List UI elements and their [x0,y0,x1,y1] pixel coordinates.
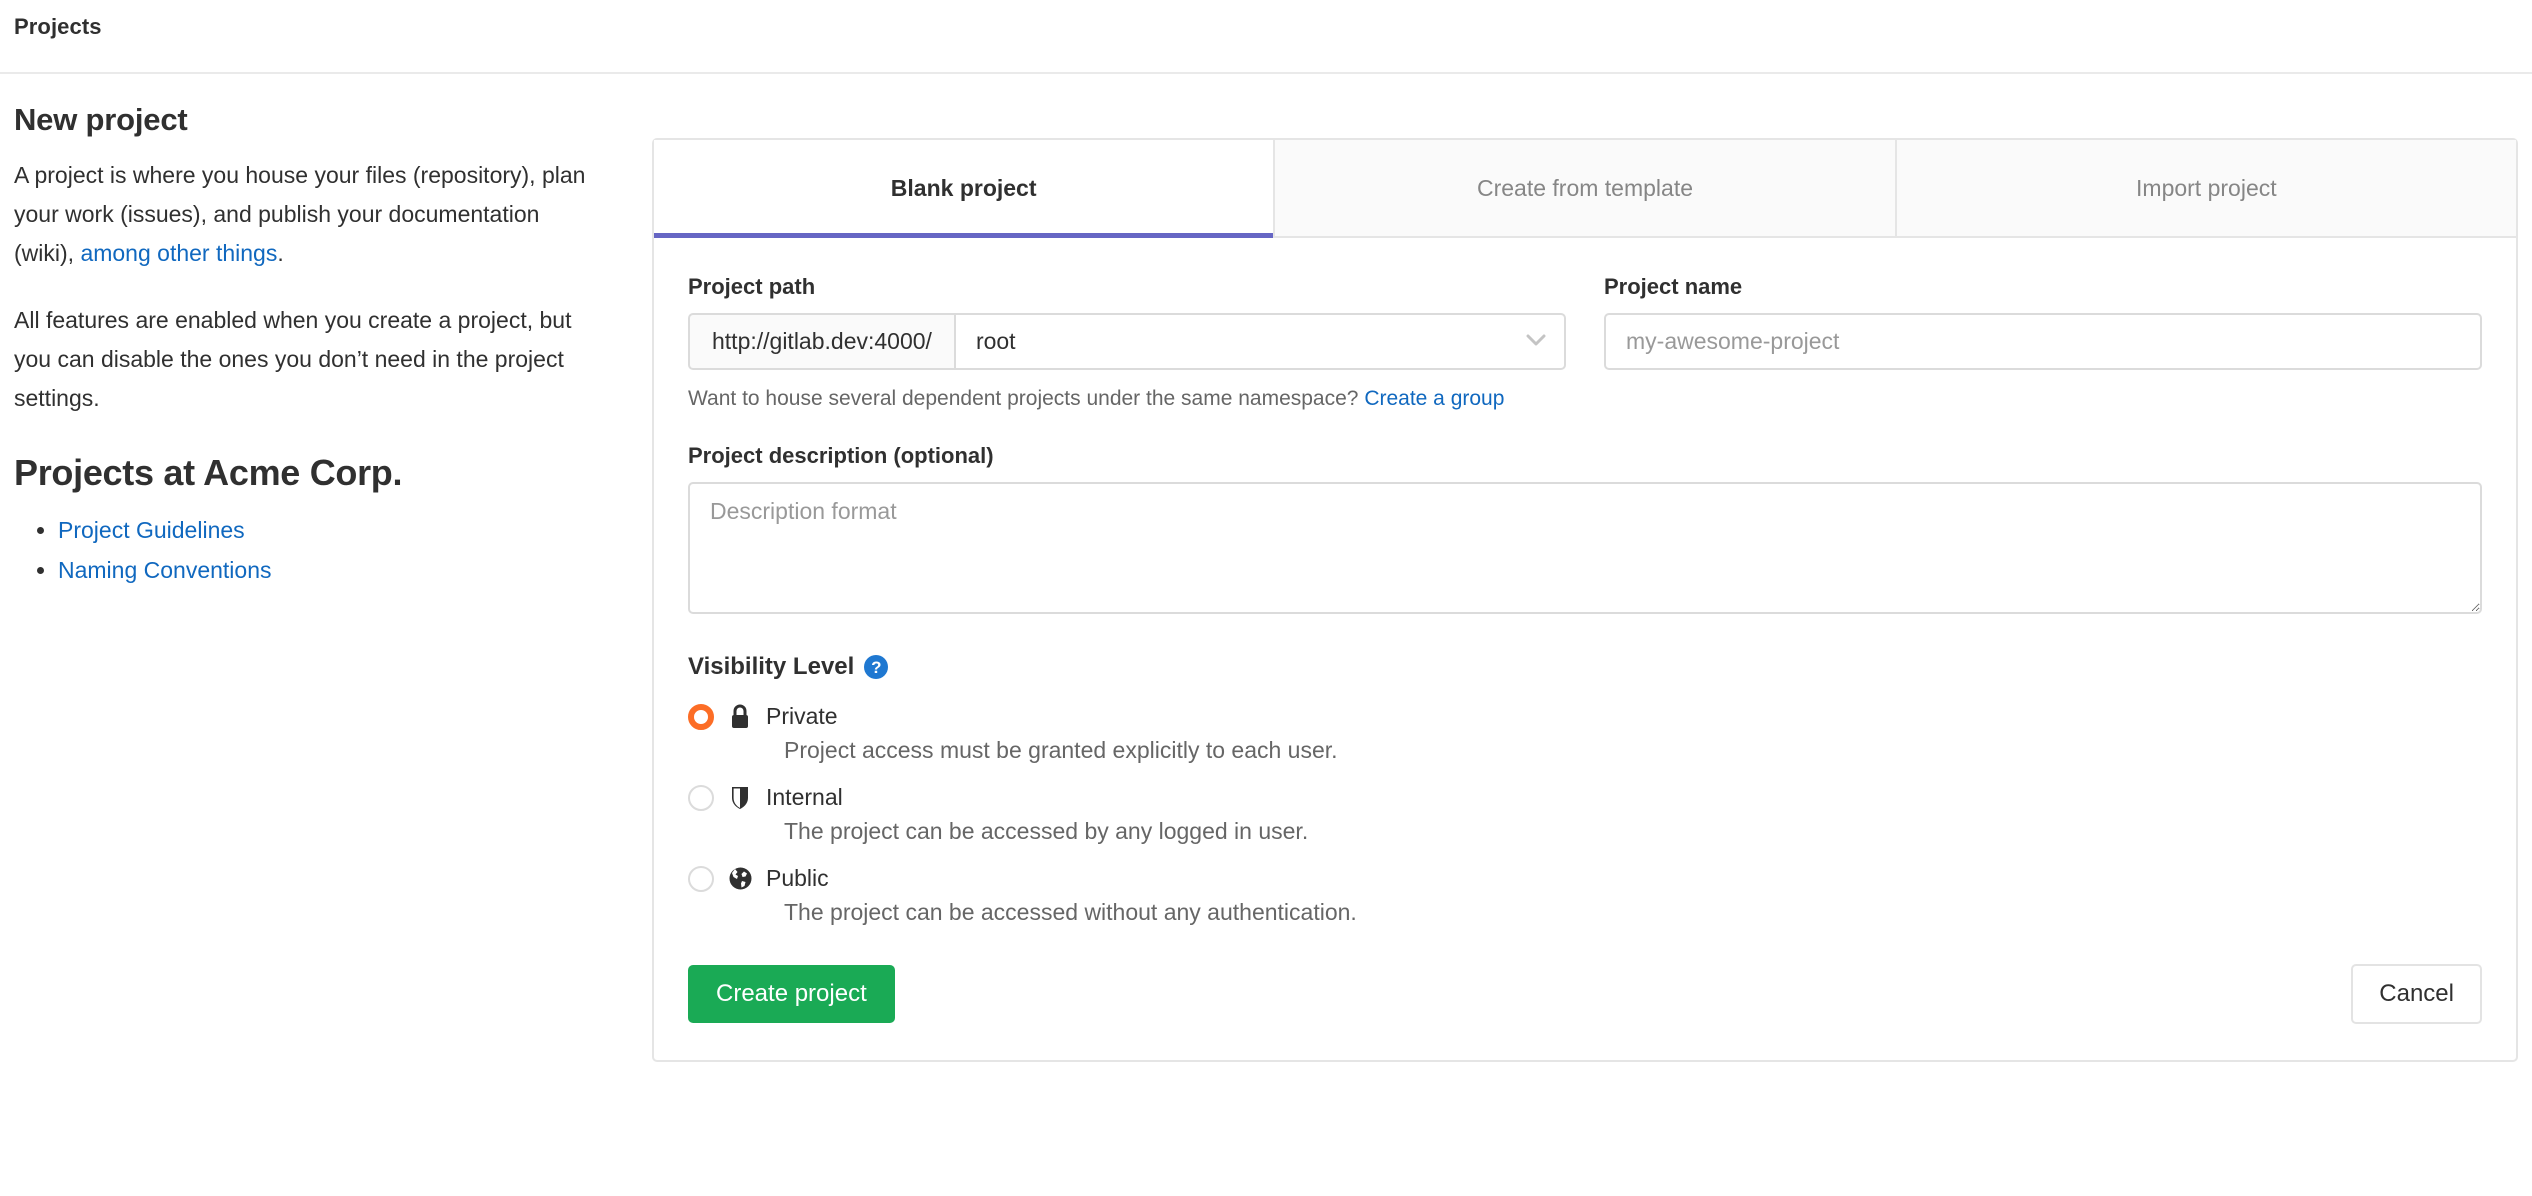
project-path-field-group: Project path http://gitlab.dev:4000/ roo… [688,274,1566,370]
radio-public[interactable] [688,865,714,892]
new-project-form: Project path http://gitlab.dev:4000/ roo… [654,238,2516,1060]
list-item: Project Guidelines [58,510,594,550]
visibility-option-public-description: The project can be accessed without any … [784,899,1357,925]
project-path-label: Project path [688,274,816,299]
radio-private[interactable] [688,703,714,730]
visibility-option-public-row: Public [688,865,2482,892]
visibility-level-group: Visibility Level ? Private Project acces… [688,653,2482,926]
globe-icon [727,866,753,891]
naming-conventions-link[interactable]: Naming Conventions [58,557,272,583]
project-name-label: Project name [1604,274,1743,299]
intro-column: New project A project is where you house… [0,102,652,590]
among-other-things-link[interactable]: among other things [80,240,277,266]
visibility-level-header: Visibility Level ? [688,653,2482,681]
section-title-projects-at-org: Projects at Acme Corp. [14,452,403,493]
visibility-option-private-row: Private [688,703,2482,730]
project-description-textarea[interactable] [688,482,2482,614]
namespace-select-wrapper: root [953,313,1566,370]
project-description-field-group: Project description (optional) [688,443,2482,619]
namespace-select-value: root [975,328,1016,354]
visibility-option-public[interactable]: Public The project can be accessed witho… [688,865,2482,926]
tab-blank-project-label: Blank project [890,174,1037,201]
shield-icon [727,785,753,811]
page-body: New project A project is where you house… [0,74,2532,1062]
intro-paragraph-1: A project is where you house your files … [14,156,594,273]
project-name-field-group: Project name [1604,274,2482,370]
visibility-option-private-name: Private [766,703,838,729]
visibility-option-private-description: Project access must be granted explicitl… [784,737,1338,763]
project-name-input[interactable] [1604,313,2482,370]
visibility-option-internal-row: Internal [688,784,2482,811]
question-mark-icon[interactable]: ? [864,655,889,679]
visibility-option-internal-name: Internal [766,784,843,810]
intro-paragraph-2: All features are enabled when you create… [14,307,572,411]
path-and-name-row: Project path http://gitlab.dev:4000/ roo… [688,274,2482,370]
breadcrumb-projects[interactable]: Projects [14,14,102,40]
visibility-option-private[interactable]: Private Project access must be granted e… [688,703,2482,764]
intro-link-list: Project Guidelines Naming Conventions [14,510,594,590]
project-path-prefix: http://gitlab.dev:4000/ [688,313,954,370]
namespace-select[interactable]: root [953,313,1566,370]
namespace-help-label: Want to house several dependent projects… [688,387,1365,410]
visibility-option-public-name: Public [766,865,829,891]
cancel-button[interactable]: Cancel [2351,964,2482,1024]
lock-icon [727,704,753,730]
tab-blank-project[interactable]: Blank project [654,140,1276,238]
visibility-option-internal-description: The project can be accessed by any logge… [784,818,1309,844]
visibility-level-label: Visibility Level [688,653,855,680]
tab-create-from-template-label: Create from template [1476,174,1693,201]
form-actions: Create project Cancel [688,964,2482,1024]
breadcrumb-bar: Projects [0,0,2532,74]
tab-import-project-label: Import project [2136,174,2277,201]
project-path-input-group: http://gitlab.dev:4000/ root [688,313,1566,370]
list-item: Naming Conventions [58,550,594,590]
project-description-label: Project description (optional) [688,443,994,468]
tab-import-project[interactable]: Import project [1896,140,2516,236]
new-project-panel: Blank project Create from template Impor… [652,138,2518,1062]
intro-paragraph-1-period: . [277,240,284,266]
tab-create-from-template[interactable]: Create from template [1275,140,1897,236]
namespace-help-text: Want to house several dependent projects… [688,387,2482,411]
project-type-tabs: Blank project Create from template Impor… [654,140,2516,238]
project-guidelines-link[interactable]: Project Guidelines [58,517,245,543]
visibility-option-internal[interactable]: Internal The project can be accessed by … [688,784,2482,845]
page-title: New project [14,102,188,137]
create-a-group-link[interactable]: Create a group [1364,387,1504,410]
radio-internal[interactable] [688,784,714,811]
create-project-button[interactable]: Create project [688,965,895,1023]
